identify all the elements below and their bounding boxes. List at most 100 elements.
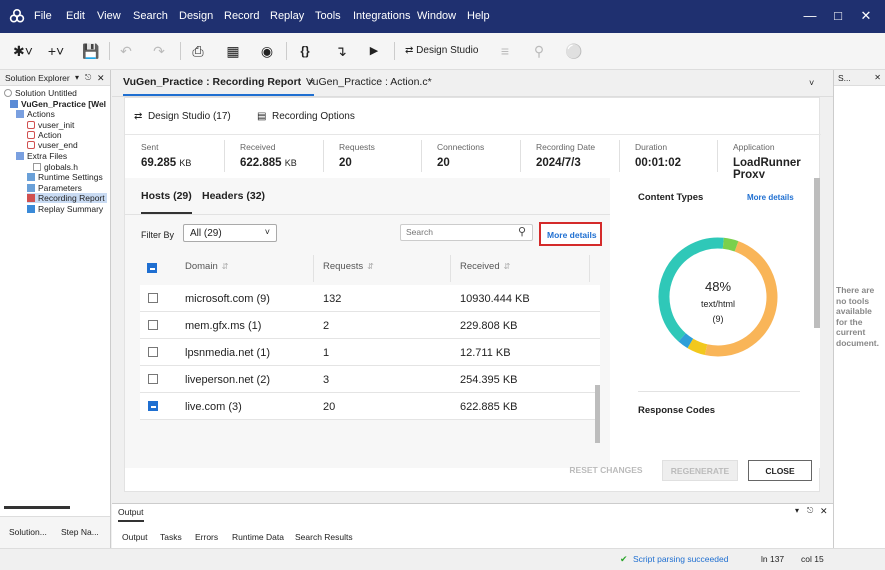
output-tab-search-results[interactable]: Search Results	[295, 532, 353, 542]
table-row[interactable]: microsoft.com (9) 132 10930.444 KB	[140, 285, 600, 312]
tree-item-recording-report[interactable]: Recording Report	[27, 193, 107, 203]
stat-label: Recording Date	[536, 142, 596, 152]
code-braces-icon[interactable]: {}	[296, 42, 314, 60]
horizontal-scrollbar[interactable]	[4, 506, 70, 509]
filter-dropdown[interactable]: All (29) ˅	[183, 224, 277, 242]
menu-search[interactable]: Search	[133, 10, 168, 22]
minimize-icon[interactable]: —	[796, 6, 824, 26]
menu-help[interactable]: Help	[467, 10, 490, 22]
table-row[interactable]: lpsnmedia.net (1) 1 12.711 KB	[140, 339, 600, 366]
menu-record[interactable]: Record	[224, 10, 259, 22]
row-checkbox[interactable]	[148, 401, 158, 411]
select-all-checkbox[interactable]	[147, 263, 157, 273]
tree-item-runtime-settings[interactable]: Runtime Settings	[27, 172, 103, 182]
redo-icon[interactable]: ↷	[151, 42, 167, 60]
tab-step-navigator[interactable]: Step Na...	[61, 527, 99, 537]
run-icon[interactable]: ▶	[366, 42, 382, 60]
menu-edit[interactable]: Edit	[66, 10, 85, 22]
tab-solution[interactable]: Solution...	[9, 527, 47, 537]
search-field[interactable]: ⚲	[400, 224, 533, 241]
tree-item-solution[interactable]: Solution Untitled	[4, 88, 77, 98]
output-tab-tasks[interactable]: Tasks	[160, 532, 182, 542]
search-input[interactable]	[406, 227, 506, 237]
table-scrollbar[interactable]	[595, 385, 600, 443]
tree-item-globals[interactable]: globals.h	[33, 162, 78, 172]
tab-hosts[interactable]: Hosts (29)	[141, 190, 192, 214]
menu-design[interactable]: Design	[179, 10, 213, 22]
stat-value: 69.285 KB	[141, 157, 191, 169]
row-checkbox[interactable]	[148, 374, 158, 384]
stat-duration: Duration 00:01:02	[635, 142, 681, 169]
script-icon[interactable]: ▦	[225, 42, 241, 60]
close-panel-icon[interactable]: ✕	[820, 506, 828, 517]
dropdown-icon[interactable]: ▾	[75, 70, 79, 86]
column-received[interactable]: Received ⇵	[460, 261, 510, 272]
table-row[interactable]: liveperson.net (2) 3 254.395 KB	[140, 366, 600, 393]
dropdown-icon[interactable]: ▾	[795, 506, 799, 515]
sort-icon: ⇵	[221, 262, 229, 271]
tab-dropdown-icon[interactable]: ˅	[809, 78, 814, 88]
tree-item-parameters[interactable]: Parameters	[27, 183, 82, 193]
menu-window[interactable]: Window	[417, 10, 456, 22]
pin-icon[interactable]: ⎋	[807, 506, 813, 516]
tab-recording-report[interactable]: VuGen_Practice : Recording Report ×	[123, 76, 315, 96]
column-requests[interactable]: Requests ⇵	[323, 261, 374, 272]
close-button[interactable]: CLOSE	[748, 460, 812, 481]
menu-replay[interactable]: Replay	[270, 10, 304, 22]
table-row[interactable]: live.com (3) 20 622.885 KB	[140, 393, 600, 420]
parameters-icon	[27, 184, 35, 192]
stat-application: Application LoadRunner Proxy	[733, 142, 801, 181]
search-icon[interactable]: ⚲	[518, 225, 526, 238]
row-checkbox[interactable]	[148, 293, 158, 303]
tree-item-replay-summary[interactable]: Replay Summary	[27, 204, 103, 214]
pin-icon[interactable]: ⎋	[85, 70, 91, 86]
right-scrollbar[interactable]	[814, 178, 820, 328]
regenerate-button[interactable]: REGENERATE	[662, 460, 738, 481]
tree-label: Parameters	[38, 183, 82, 193]
filter-value: All (29)	[190, 228, 222, 239]
step-icon[interactable]: ↴	[333, 42, 349, 60]
close-panel-icon[interactable]: ✕	[97, 70, 105, 86]
record-icon[interactable]: ◉	[259, 42, 275, 60]
menu-view[interactable]: View	[97, 10, 121, 22]
tree-item-action[interactable]: Action	[27, 130, 62, 140]
tab-action-c[interactable]: VuGen_Practice : Action.c*	[306, 76, 432, 88]
menu-file[interactable]: File	[34, 10, 52, 22]
tree-item-vuser-init[interactable]: vuser_init	[27, 120, 74, 130]
recording-options-button[interactable]: ▤ Recording Options	[257, 111, 355, 122]
design-studio-link[interactable]: ⇄ Design Studio (17)	[134, 111, 231, 122]
save-icon[interactable]: 💾	[79, 42, 103, 60]
tree-item-extra-files[interactable]: Extra Files	[16, 151, 67, 161]
row-checkbox[interactable]	[148, 347, 158, 357]
row-checkbox[interactable]	[148, 320, 158, 330]
find-icon[interactable]: ⚲	[531, 42, 547, 60]
add-icon[interactable]: +˅	[44, 42, 68, 60]
donut-slice-4	[722, 237, 739, 252]
content-types-more-details[interactable]: More details	[747, 193, 794, 202]
output-tab-output[interactable]: Output	[122, 532, 148, 542]
tree-item-vuser-end[interactable]: vuser_end	[27, 140, 78, 150]
menu-tools[interactable]: Tools	[315, 10, 341, 22]
new-script-icon[interactable]: ✱˅	[11, 42, 35, 60]
menu-integrations[interactable]: Integrations	[353, 10, 410, 22]
compile-icon[interactable]: ⎙	[190, 42, 206, 60]
inspect-icon[interactable]: ⚪	[565, 42, 582, 60]
reset-changes-button[interactable]: RESET CHANGES	[563, 460, 649, 481]
list-icon[interactable]: ≡	[497, 42, 513, 60]
maximize-icon[interactable]: □	[824, 6, 852, 26]
tree-item-project[interactable]: VuGen_Practice [Wel	[10, 99, 106, 109]
output-tab-errors[interactable]: Errors	[195, 532, 218, 542]
close-panel-icon[interactable]: ✕	[874, 70, 881, 86]
table-row[interactable]: mem.gfx.ms (1) 2 229.808 KB	[140, 312, 600, 339]
output-tab-runtime-data[interactable]: Runtime Data	[232, 532, 284, 542]
tab-headers[interactable]: Headers (32)	[202, 190, 265, 202]
tree-item-actions[interactable]: Actions	[16, 109, 55, 119]
undo-icon[interactable]: ↶	[118, 42, 134, 60]
close-window-icon[interactable]: ✕	[852, 6, 880, 26]
design-studio-button[interactable]: ⇄ Design Studio	[405, 42, 495, 60]
folder-icon	[16, 110, 24, 118]
more-details-link[interactable]: More details	[539, 222, 602, 246]
column-domain[interactable]: Domain ⇵	[185, 261, 228, 272]
column-label: Requests	[323, 261, 364, 272]
design-studio-icon: ⇄	[405, 45, 417, 56]
